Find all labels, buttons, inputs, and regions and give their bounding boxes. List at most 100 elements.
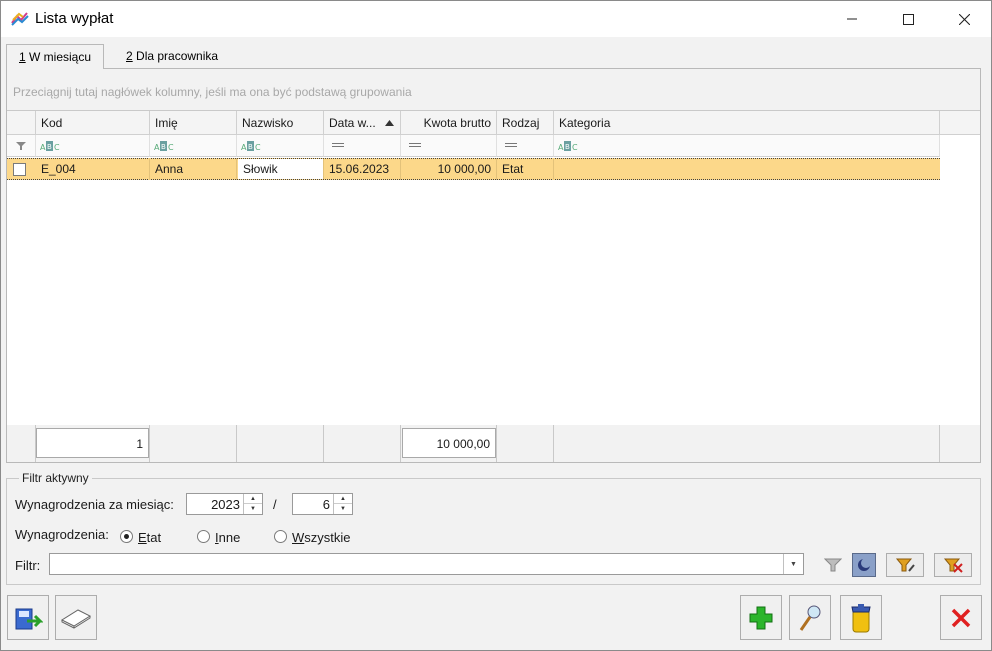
svg-text:A: A: [154, 143, 160, 151]
search-button[interactable]: [789, 595, 831, 640]
year-value: 2023: [211, 497, 240, 512]
chevron-up-icon[interactable]: ▲: [334, 494, 352, 504]
row-checkbox[interactable]: [13, 163, 26, 176]
funnel-edit-icon: [895, 558, 915, 572]
filter-cell-nazwisko[interactable]: ABC: [237, 135, 324, 157]
filter-cell-rodzaj[interactable]: [497, 135, 554, 157]
close-button[interactable]: [941, 1, 987, 37]
chevron-up-icon[interactable]: ▲: [244, 494, 262, 504]
header-imie[interactable]: Imię: [150, 111, 237, 135]
cell-kategoria[interactable]: [554, 158, 940, 180]
cell-nazwisko[interactable]: Słowik: [238, 159, 324, 179]
filter-cell-kategoria[interactable]: ABC: [554, 135, 940, 157]
text-filter-icon: ABC: [241, 141, 261, 151]
header-kod[interactable]: Kod: [36, 111, 150, 135]
filter-cell-data[interactable]: [324, 135, 401, 157]
moon-icon: [858, 558, 871, 571]
header-selector[interactable]: [7, 111, 36, 135]
chevron-down-icon[interactable]: ▼: [783, 554, 803, 574]
group-by-panel[interactable]: Przeciągnij tutaj nagłówek kolumny, jeśl…: [7, 69, 980, 111]
label-rest: nne: [218, 530, 241, 545]
filter-row-selector[interactable]: [7, 135, 36, 157]
filter-label: Filtr:: [15, 558, 41, 573]
window-title: Lista wypłat: [35, 10, 114, 27]
header-data-label: Data w...: [329, 116, 376, 130]
edit-filter-button[interactable]: [886, 553, 924, 577]
svg-text:B: B: [248, 143, 253, 151]
tab-strip: 1 W miesiącu 2 Dla pracownika: [1, 37, 991, 69]
maximize-button[interactable]: [885, 1, 931, 37]
tab-key: 2: [126, 49, 133, 63]
tab-label: W miesiącu: [25, 50, 92, 64]
filter-combo[interactable]: ▼: [49, 553, 804, 575]
tab-dla-pracownika[interactable]: 2 Dla pracownika: [114, 44, 230, 68]
cell-data[interactable]: 15.06.2023: [324, 158, 401, 180]
payroll-grid: Przeciągnij tutaj nagłówek kolumny, jeśl…: [6, 68, 981, 463]
title-bar: Lista wypłat: [1, 1, 991, 37]
header-nazwisko[interactable]: Nazwisko: [237, 111, 324, 135]
book-button[interactable]: [55, 595, 97, 640]
mnemonic: W: [292, 530, 305, 545]
delete-button[interactable]: [840, 595, 882, 640]
footer-cell-kod: 1: [36, 425, 150, 462]
label-rest: tat: [146, 530, 162, 545]
svg-text:C: C: [168, 143, 174, 151]
equals-filter-icon: [409, 143, 421, 147]
header-rodzaj[interactable]: Rodzaj: [497, 111, 554, 135]
footer-cell: [940, 425, 980, 462]
svg-text:C: C: [255, 143, 261, 151]
cell-rodzaj[interactable]: Etat: [497, 158, 554, 180]
filter-funnel-button[interactable]: [817, 553, 849, 577]
svg-text:B: B: [161, 143, 166, 151]
header-filler: [940, 111, 980, 135]
cell-kod[interactable]: E_004: [36, 158, 150, 180]
svg-text:B: B: [565, 143, 570, 151]
radio-etat[interactable]: [120, 530, 133, 543]
radio-etat-label[interactable]: Etat: [138, 530, 161, 545]
chevron-down-icon[interactable]: ▼: [244, 504, 262, 514]
tab-key: 1: [19, 50, 26, 64]
app-icon: [11, 12, 29, 26]
header-kategoria[interactable]: Kategoria: [554, 111, 940, 135]
advanced-filter-button[interactable]: [852, 553, 876, 577]
clear-filter-button[interactable]: [934, 553, 972, 577]
add-button[interactable]: [740, 595, 782, 640]
funnel-clear-icon: [943, 558, 963, 573]
footer-cell: [497, 425, 554, 462]
year-stepper-buttons: ▲ ▼: [243, 494, 262, 514]
header-data[interactable]: Data w...: [324, 111, 401, 135]
close-window-button[interactable]: [940, 595, 982, 640]
close-red-icon: [951, 608, 971, 627]
minimize-button[interactable]: [829, 1, 875, 37]
tab-label: Dla pracownika: [132, 49, 219, 63]
radio-inne-label[interactable]: Inne: [215, 530, 240, 545]
filter-cell-kwota[interactable]: [401, 135, 497, 157]
radio-inne[interactable]: [197, 530, 210, 543]
footer-cell: [237, 425, 324, 462]
window: Lista wypłat 1 W miesiącu 2 Dla pracowni…: [0, 0, 992, 651]
radio-wszystkie-label[interactable]: Wszystkie: [292, 530, 351, 545]
svg-text:A: A: [558, 143, 564, 151]
mnemonic: E: [138, 530, 147, 545]
export-icon: [15, 608, 43, 629]
radio-wszystkie[interactable]: [274, 530, 287, 543]
header-kwota[interactable]: Kwota brutto: [401, 111, 497, 135]
text-filter-icon: ABC: [40, 141, 60, 151]
sort-ascending-icon: [385, 120, 394, 126]
footer-count: 1: [36, 428, 149, 458]
footer-sum: 10 000,00: [402, 428, 496, 458]
date-separator: /: [273, 497, 277, 512]
cell-kwota[interactable]: 10 000,00: [401, 158, 497, 180]
type-label: Wynagrodzenia:: [15, 527, 109, 542]
month-stepper[interactable]: 6 ▲ ▼: [292, 493, 353, 515]
svg-text:A: A: [40, 143, 46, 151]
chevron-down-icon[interactable]: ▼: [334, 504, 352, 514]
maximize-icon: [902, 13, 914, 25]
filter-cell-imie[interactable]: ABC: [150, 135, 237, 157]
filter-cell-kod[interactable]: ABC: [36, 135, 150, 157]
export-button[interactable]: [7, 595, 49, 640]
cell-imie[interactable]: Anna: [150, 158, 237, 180]
close-icon: [958, 13, 970, 25]
tab-w-miesiacu[interactable]: 1 W miesiącu: [6, 44, 105, 69]
year-stepper[interactable]: 2023 ▲ ▼: [186, 493, 263, 515]
